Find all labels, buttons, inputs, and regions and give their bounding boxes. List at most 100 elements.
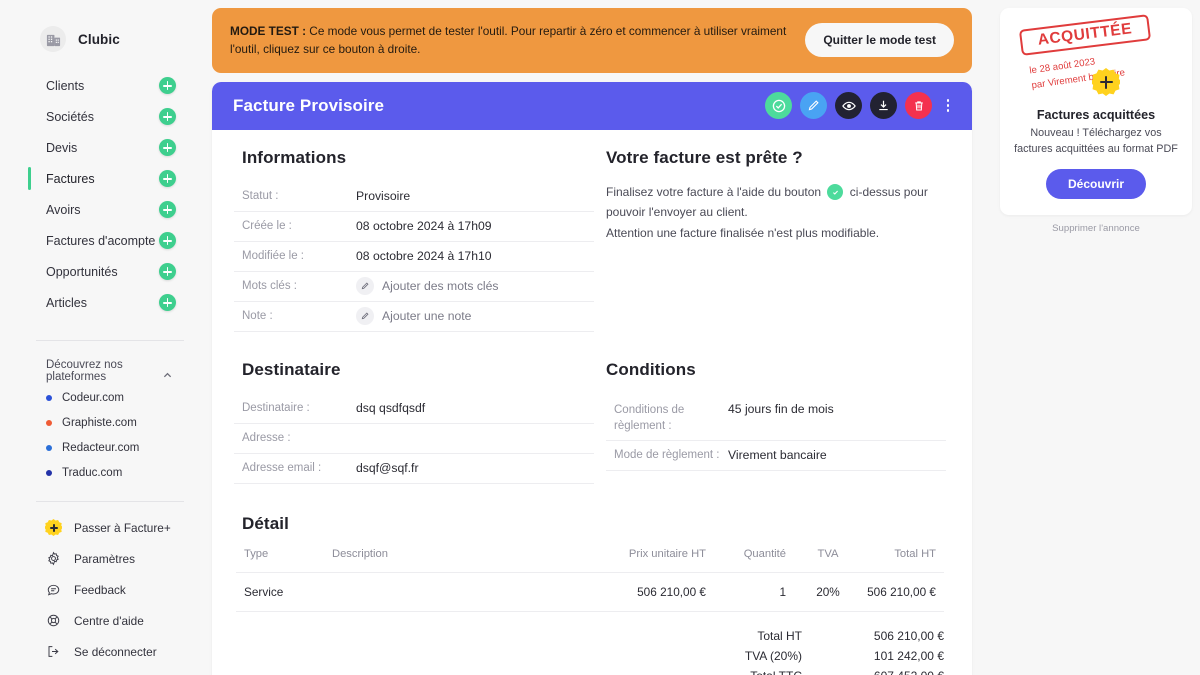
test-mode-text: MODE TEST : Ce mode vous permet de teste… xyxy=(230,22,791,59)
sidebar-item-parametres[interactable]: Paramètres xyxy=(0,543,212,574)
sidebar-item-label: Articles xyxy=(46,295,87,310)
info-label: Statut : xyxy=(242,189,279,202)
sidebar: Clubic Clients Sociétés Devis Factures A… xyxy=(0,0,212,675)
platform-item-graphiste[interactable]: Graphiste.com xyxy=(0,412,212,433)
sidebar-item-logout[interactable]: Se déconnecter xyxy=(0,636,212,667)
totals-table: Total HT 506 210,00 € TVA (20%) 101 242,… xyxy=(745,626,944,675)
sidebar-item-label: Factures d'acompte xyxy=(46,233,156,248)
sidebar-item-avoirs[interactable]: Avoirs xyxy=(0,194,212,225)
edit-keywords-icon[interactable] xyxy=(356,277,374,296)
tva-amount: 101 242,00 € xyxy=(873,648,944,663)
platform-item-codeur[interactable]: Codeur.com xyxy=(0,387,212,408)
sidebar-item-label: Clients xyxy=(46,78,85,93)
conditions-heading: Conditions xyxy=(606,359,696,379)
total-ht-label: Total HT xyxy=(757,628,802,643)
status-badge: Provisoire xyxy=(356,189,411,204)
invoice-ready-heading: Votre facture est prête ? xyxy=(606,147,803,167)
app-root: Clubic Clients Sociétés Devis Factures A… xyxy=(0,0,1200,675)
preview-invoice-button[interactable] xyxy=(835,92,862,120)
info-row-creee-le: Créée le : 08 octobre 2024 à 17h09 xyxy=(234,212,594,242)
bullet-dot-icon xyxy=(46,469,52,476)
field-label: Destinataire : xyxy=(242,401,310,414)
informations-section: Informations Statut : Provisoire Créée l… xyxy=(234,148,594,332)
table-body: Service 506 210,00 € 1 20% 506 210,00 € xyxy=(236,571,944,612)
sidebar-item-feedback[interactable]: Feedback xyxy=(0,574,212,605)
conditions-row-payment-terms: Conditions de règlement : 45 jours fin d… xyxy=(606,394,946,441)
field-label: Adresse email : xyxy=(242,461,322,474)
destinataire-name-value: dsq qsdfqsdf xyxy=(356,401,426,416)
sidebar-item-factures-acompte[interactable]: Factures d'acompte xyxy=(0,225,212,256)
total-ttc-amount: 607 452,00 € xyxy=(848,666,944,675)
test-mode-banner: MODE TEST : Ce mode vous permet de teste… xyxy=(212,8,972,73)
chevron-up-icon xyxy=(163,367,172,377)
platform-item-redacteur[interactable]: Redacteur.com xyxy=(0,437,212,458)
brand[interactable]: Clubic xyxy=(0,0,212,58)
tva-label: TVA (20%) xyxy=(744,648,802,663)
platform-label: Codeur.com xyxy=(62,391,125,404)
edit-note-icon[interactable] xyxy=(356,307,374,326)
add-opportunite-button[interactable] xyxy=(159,263,176,280)
table-row[interactable]: Service 506 210,00 € 1 20% 506 210,00 € xyxy=(236,571,944,612)
sidebar-item-aide[interactable]: Centre d'aide xyxy=(0,605,212,636)
table-header-row: Type Description Prix unitaire HT Quanti… xyxy=(236,548,944,573)
platform-item-traduc[interactable]: Traduc.com xyxy=(0,462,212,483)
sidebar-item-label: Feedback xyxy=(74,582,126,597)
download-invoice-button[interactable] xyxy=(870,92,897,120)
sidebar-item-factures[interactable]: Factures xyxy=(0,163,212,194)
total-ttc-label: Total TTC xyxy=(745,666,848,675)
invoice-card: Facture Provisoire Informations Statut:… xyxy=(212,81,972,675)
middle-sections: Destinataire Destinataire : dsq qsdfqsdf… xyxy=(234,360,946,484)
pencil-icon xyxy=(808,100,819,111)
add-keywords-link[interactable]: Ajouter des mots clés xyxy=(382,279,499,293)
destinataire-row-name: Destinataire : dsq qsdfqsdf xyxy=(234,394,594,424)
life-buoy-icon xyxy=(45,612,62,629)
page-title: Facture Provisoire xyxy=(233,95,385,115)
right-rail: ACQUITTÉE le 28 août 2023 par Virement b… xyxy=(988,0,1200,675)
sidebar-item-label: Opportunités xyxy=(46,264,118,279)
add-facture-button[interactable] xyxy=(159,170,176,187)
sidebar-item-clients[interactable]: Clients xyxy=(0,70,212,101)
sidebar-item-devis[interactable]: Devis xyxy=(0,132,212,163)
edit-invoice-button[interactable] xyxy=(800,92,827,120)
platform-label: Traduc.com xyxy=(62,466,123,479)
sidebar-item-upgrade[interactable]: Passer à Facture+ xyxy=(0,512,212,543)
delete-invoice-button[interactable] xyxy=(905,92,932,120)
sidebar-item-label: Avoirs xyxy=(46,202,81,217)
bullet-dot-icon xyxy=(46,444,52,451)
more-options-button[interactable] xyxy=(940,99,956,112)
exit-test-mode-button[interactable]: Quitter le mode test xyxy=(805,23,954,58)
test-mode-prefix: MODE TEST : xyxy=(230,24,307,38)
sidebar-item-label: Centre d'aide xyxy=(74,613,144,628)
sidebar-item-label: Paramètres xyxy=(74,551,135,566)
secondary-nav: Passer à Facture+ Paramètres Feedback Ce… xyxy=(0,512,212,667)
remove-ad-link[interactable]: Supprimer l'annonce xyxy=(1000,223,1192,234)
totals-row-ht: Total HT 506 210,00 € xyxy=(745,626,944,646)
totals-row-tva: TVA (20%) 101 242,00 € xyxy=(745,646,944,666)
field-label: Adresse : xyxy=(242,431,291,444)
sidebar-item-societes[interactable]: Sociétés xyxy=(0,101,212,132)
validate-invoice-button[interactable] xyxy=(765,92,792,120)
invoice-header: Facture Provisoire xyxy=(212,81,972,130)
sidebar-item-opportunites[interactable]: Opportunités xyxy=(0,256,212,287)
add-article-button[interactable] xyxy=(159,294,176,311)
totals-block: Total HT 506 210,00 € TVA (20%) 101 242,… xyxy=(236,626,944,675)
logout-icon xyxy=(45,643,62,660)
add-note-link[interactable]: Ajouter une note xyxy=(382,309,471,323)
invoice-ready-section: Votre facture est prête ? Finalisez votr… xyxy=(594,148,946,332)
star-plus-icon xyxy=(45,519,62,536)
add-avoir-button[interactable] xyxy=(159,201,176,218)
ad-card[interactable]: ACQUITTÉE le 28 août 2023 par Virement b… xyxy=(1000,8,1192,216)
field-label: Mode de règlement : xyxy=(614,449,720,462)
platforms-section-toggle[interactable]: Découvrez nos plateformes xyxy=(0,341,212,383)
ad-discover-button[interactable]: Découvrir xyxy=(1045,169,1147,200)
sidebar-item-articles[interactable]: Articles xyxy=(0,287,212,318)
add-devis-button[interactable] xyxy=(159,139,176,156)
trash-icon xyxy=(914,100,923,111)
ad-stamp-graphic: ACQUITTÉE le 28 août 2023 par Virement b… xyxy=(1014,14,1178,106)
bullet-dot-icon xyxy=(46,419,52,426)
add-societe-button[interactable] xyxy=(159,108,176,125)
ad-description: Nouveau ! Téléchargez vos factures acqui… xyxy=(1014,127,1178,155)
add-facture-acompte-button[interactable] xyxy=(159,232,176,249)
created-at-value: 08 octobre 2024 à 17h09 xyxy=(356,219,492,234)
add-client-button[interactable] xyxy=(159,77,176,94)
